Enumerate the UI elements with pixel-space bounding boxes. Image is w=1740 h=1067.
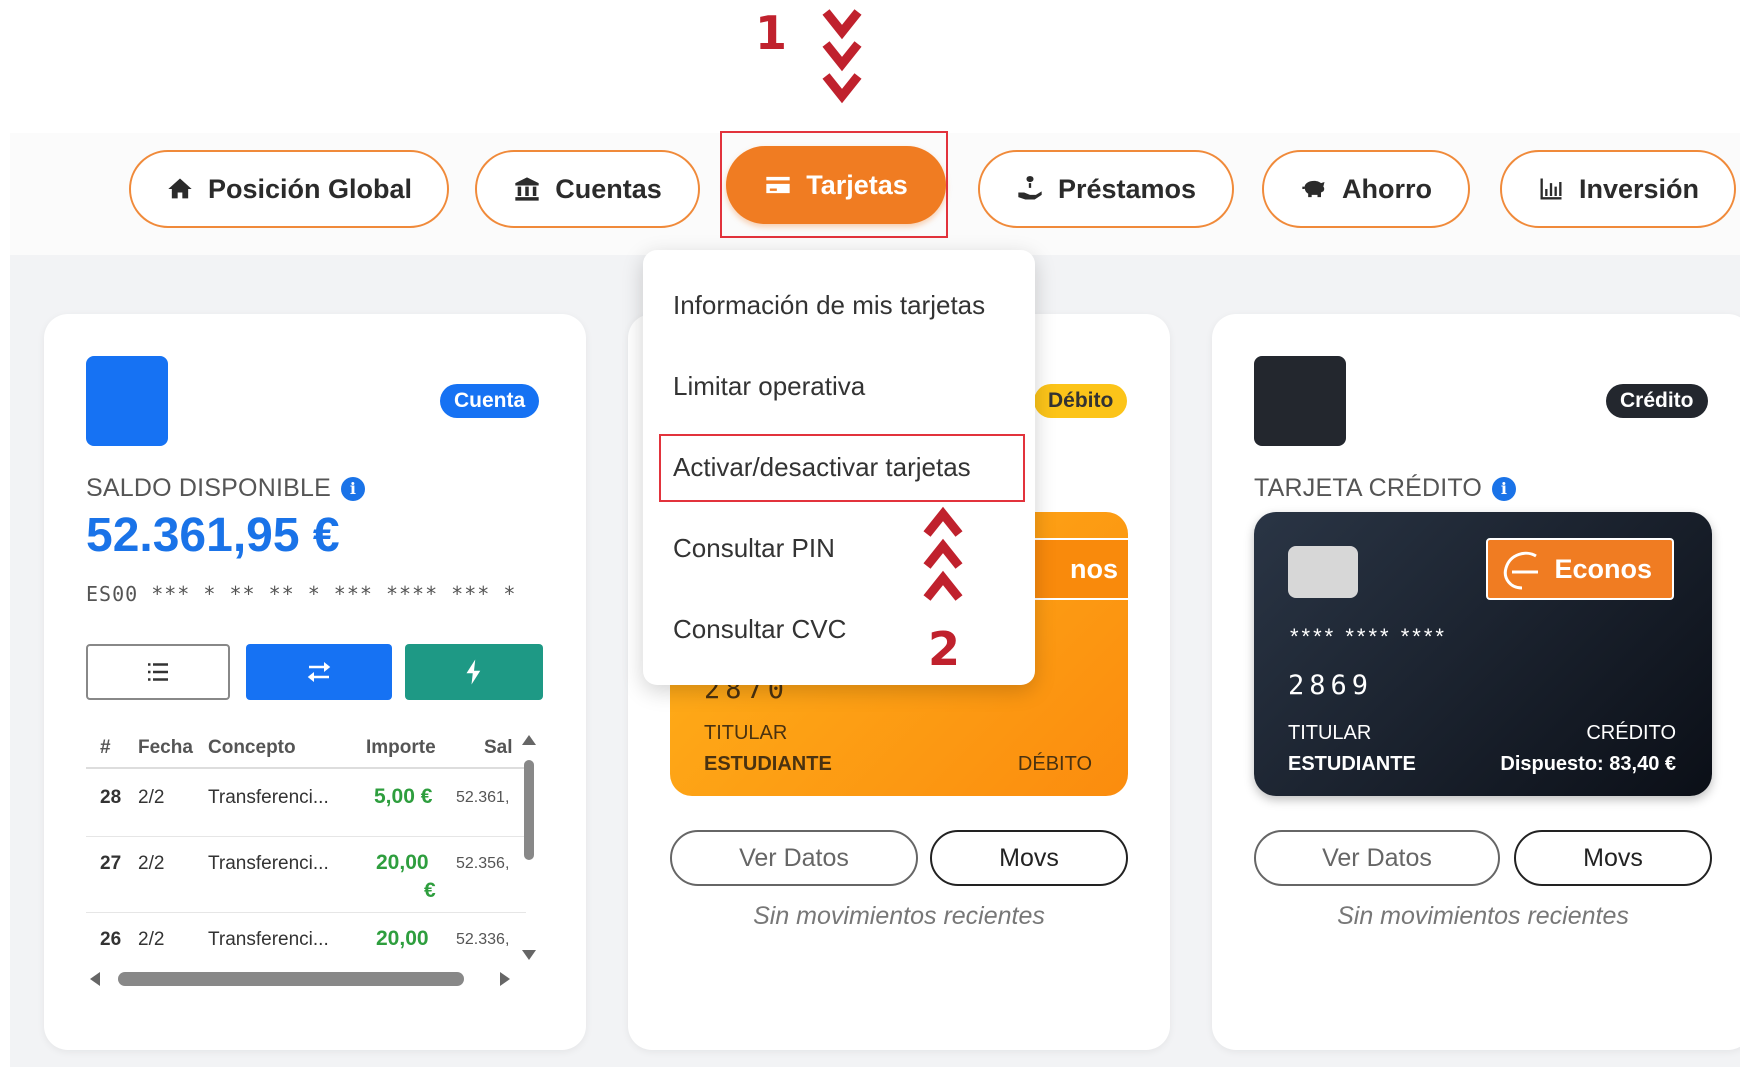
row-balance: 52.356, [456,855,510,872]
row-concept: Transferenci... [208,929,329,950]
col-number: # [100,737,111,758]
credit-logo: Econos [1486,538,1674,600]
transfer-button[interactable] [246,644,392,700]
credit-details-button[interactable]: Ver Datos [1254,830,1500,886]
credit-badge: Crédito [1606,384,1708,418]
menu-item-view-pin[interactable]: Consultar PIN [673,533,835,564]
table-row[interactable]: 28 2/2 Transferenci... 5,00 € 52.361, [86,769,526,837]
debit-holder-label: TITULAR [704,722,788,744]
debit-no-movements: Sin movimientos recientes [753,902,1045,930]
row-concept: Transferenci... [208,787,329,808]
nav-label: Inversión [1578,173,1700,204]
row-amount-currency: € [424,879,436,902]
movements-list-button[interactable] [86,644,230,700]
loan-hand-icon [1018,176,1042,200]
row-balance: 52.361, [456,789,510,806]
credit-label: TARJETA CRÉDITO i [1254,474,1517,503]
movements-table: # Fecha Concepto Importe Sal 28 2/2 Tran… [86,725,536,990]
nav-cuentas[interactable]: Cuentas [475,150,700,228]
col-balance: Sal [484,737,513,758]
nav-label: Cuentas [555,173,662,204]
annotation-up-chevrons-icon [923,506,963,601]
credit-card[interactable]: Econos **** **** **** 2869 TITULAR CRÉDI… [1254,512,1712,796]
annotation-step-1: 1 [755,6,788,60]
row-number: 26 [100,929,122,950]
col-concept: Concepto [208,737,296,758]
account-balance: 52.361,95 € [86,509,340,562]
credit-card-digits: 2869 [1288,670,1374,701]
col-amount: Importe [366,737,436,758]
highlight-tarjetas [720,131,948,238]
credit-holder-label: TITULAR [1288,722,1372,744]
credit-card-mask: **** **** **** [1290,624,1447,649]
card-chip [1288,546,1358,598]
debit-holder: ESTUDIANTE [704,753,832,775]
nav-label: Posición Global [207,173,413,204]
debit-logo: nos [1022,538,1128,600]
menu-item-view-cvc[interactable]: Consultar CVC [673,614,846,645]
debit-badge: Débito [1034,384,1128,418]
account-iban: ES00 *** * ** ** * *** **** *** * [86,582,517,606]
row-number: 28 [100,787,122,808]
horizontal-scroll-thumb[interactable] [118,972,464,986]
nav-label: Préstamos [1057,173,1197,204]
row-number: 27 [100,853,122,874]
account-label: SALDO DISPONIBLE i [86,474,365,503]
bank-icon [515,177,539,201]
col-date: Fecha [138,737,193,758]
piggy-bank-icon [1302,180,1325,198]
row-date: 2/2 [138,853,165,874]
row-amount: 20,00 [376,851,429,874]
table-header: # Fecha Concepto Importe Sal [86,725,526,769]
account-avatar [86,356,168,446]
home-icon [168,178,192,199]
info-icon[interactable]: i [340,477,365,502]
credit-type: CRÉDITO [1586,722,1676,744]
row-concept: Transferenci... [208,853,329,874]
annotation-step-2: 2 [928,622,961,676]
lightning-icon [466,659,481,685]
nav-ahorro[interactable]: Ahorro [1262,150,1470,228]
highlight-toggle-cards [659,434,1025,502]
nav-prestamos[interactable]: Préstamos [978,150,1234,228]
debit-movements-button[interactable]: Movs [930,830,1128,886]
nav-posicion-global[interactable]: Posición Global [129,150,449,228]
annotation-down-chevrons-icon [822,9,862,104]
nav-label: Ahorro [1342,173,1432,204]
credit-avatar [1254,356,1346,446]
menu-item-card-info[interactable]: Información de mis tarjetas [673,290,985,321]
transfer-icon [307,662,331,682]
credit-no-movements: Sin movimientos recientes [1337,902,1629,930]
list-icon [148,663,168,681]
row-date: 2/2 [138,787,165,808]
econos-logo-icon [1503,551,1538,590]
debit-logo-text: nos [1069,553,1118,584]
row-date: 2/2 [138,929,165,950]
bar-chart-icon [1540,178,1562,200]
row-amount: 5,00 € [374,785,433,808]
vertical-scroll-thumb[interactable] [524,760,534,860]
row-amount: 20,00 [376,927,429,950]
credit-holder: ESTUDIANTE [1288,753,1416,775]
debit-type: DÉBITO [1017,753,1092,775]
credit-logo-text: Econos [1554,553,1652,584]
table-row[interactable]: 27 2/2 Transferenci... 20,00 € 52.356, [86,837,526,913]
nav-inversion[interactable]: Inversión [1500,150,1736,228]
quick-payment-button[interactable] [405,644,543,700]
credit-movements-button[interactable]: Movs [1514,830,1712,886]
credit-disposed: Dispuesto: 83,40 € [1500,753,1676,775]
debit-details-button[interactable]: Ver Datos [670,830,918,886]
saldo-label: SALDO DISPONIBLE [86,474,331,502]
menu-item-limit-operations[interactable]: Limitar operativa [673,371,865,402]
row-balance: 52.336, [456,931,510,948]
credit-label-text: TARJETA CRÉDITO [1254,474,1483,502]
account-badge: Cuenta [440,384,540,418]
info-icon[interactable]: i [1492,477,1517,502]
